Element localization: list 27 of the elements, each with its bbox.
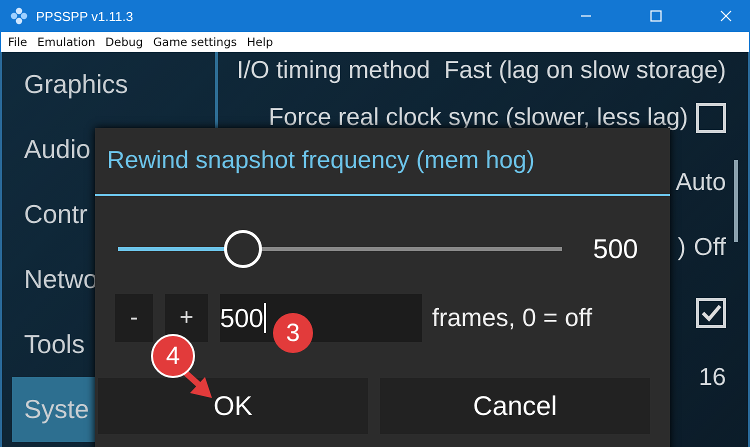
setting-value[interactable]: Auto xyxy=(676,168,726,196)
setting-value[interactable]: Fast (lag on slow storage) xyxy=(444,57,726,85)
dialog-title: Rewind snapshot frequency (mem hog) xyxy=(95,128,670,196)
checkbox[interactable] xyxy=(696,298,726,328)
app-icon xyxy=(10,7,28,25)
setting-value[interactable]: 16 xyxy=(698,364,726,392)
maximize-icon[interactable] xyxy=(650,10,662,22)
sidebar-tab[interactable]: Graphics xyxy=(12,52,215,117)
checkbox[interactable] xyxy=(696,102,726,132)
dialog-button[interactable]: OK xyxy=(98,378,368,434)
close-icon[interactable] xyxy=(720,10,732,22)
scrollbar[interactable] xyxy=(734,160,738,242)
menu-item[interactable]: File xyxy=(3,35,32,49)
menu-item[interactable]: Emulation xyxy=(32,35,100,49)
window-title: PPSSPP v1.11.3 xyxy=(36,8,134,24)
unit-label: frames, 0 = off xyxy=(432,304,592,332)
setting-value[interactable]: Off xyxy=(694,234,726,262)
slider-thumb[interactable] xyxy=(224,230,262,268)
increment-button[interactable]: + xyxy=(165,294,208,342)
dialog-button[interactable]: Cancel xyxy=(380,378,650,434)
slider-value: 500 xyxy=(592,234,638,264)
menu-item[interactable]: Debug xyxy=(100,35,148,49)
menu-item[interactable]: Game settings xyxy=(148,35,242,49)
setting-label: I/O timing method xyxy=(236,57,430,85)
menu-item[interactable]: Help xyxy=(242,35,278,49)
setting-label: ) xyxy=(678,234,686,262)
decrement-button[interactable]: - xyxy=(115,294,153,342)
